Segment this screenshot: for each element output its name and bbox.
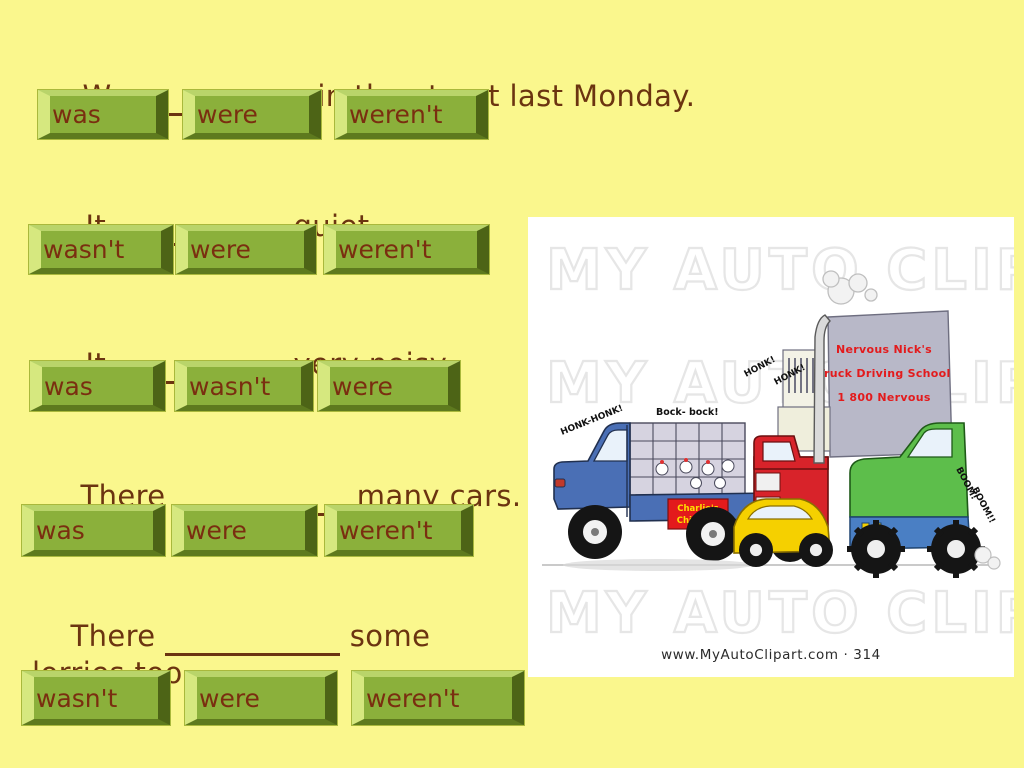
q2-option-werent[interactable]: weren't [323,224,490,275]
q5-prefix: There [70,619,166,654]
q3-option-wasnt[interactable]: wasn't [174,360,314,412]
q3-option-were-label: were [332,371,393,401]
watermark-text-bottom: MY AUTO CLIPART [546,581,1014,646]
q1-option-were-label: were [197,100,258,129]
q4-option-was[interactable]: was [21,504,166,557]
q3-option-was[interactable]: was [29,360,166,412]
q2-option-werent-label: weren't [338,235,432,264]
q5-option-wasnt-label: wasn't [36,683,118,713]
q1-option-were[interactable]: were [182,89,322,140]
q4-option-werent-label: weren't [339,516,433,545]
sign-line-1: Nervous Nick's [836,343,932,356]
watermark-text-top: MY AUTO CLIPART [546,238,1014,303]
truck-clipart-image: MY AUTO CLIPART MY AUTO CLIPART MY AUTO … [528,217,1014,677]
q4-option-were[interactable]: were [171,504,318,557]
q5-option-were-label: were [199,683,260,713]
bock-text: Bock- bock! [656,407,719,418]
q2-option-were[interactable]: were [175,224,317,275]
sign-line-3: 1 800 Nervous [837,391,931,404]
q5-option-werent-label: weren't [366,683,460,713]
q3-option-wasnt-label: wasn't [189,371,271,401]
q1-option-werent-label: weren't [349,100,443,129]
slide-canvas: We in the street last Monday. was were w… [0,0,1024,768]
clipart-credit: www.MyAutoClipart.com · 314 [661,647,881,663]
q4-option-were-label: were [186,516,247,545]
sign-line-2: Truck Driving School [817,367,950,380]
q4-option-werent[interactable]: weren't [324,504,474,557]
q1-option-werent[interactable]: weren't [334,89,489,140]
q2-option-wasnt-label: wasn't [43,235,125,264]
q3-option-were[interactable]: were [317,360,461,412]
q5-option-wasnt[interactable]: wasn't [21,670,171,726]
q5-option-werent[interactable]: weren't [351,670,525,726]
q1-option-was-label: was [52,100,101,129]
q3-option-was-label: was [44,371,93,401]
q4-option-was-label: was [36,516,85,545]
q1-option-was[interactable]: was [37,89,169,140]
q5-blank [165,617,341,656]
q2-option-were-label: were [190,235,251,264]
q2-option-wasnt[interactable]: wasn't [28,224,174,275]
q5-option-were[interactable]: were [184,670,338,726]
